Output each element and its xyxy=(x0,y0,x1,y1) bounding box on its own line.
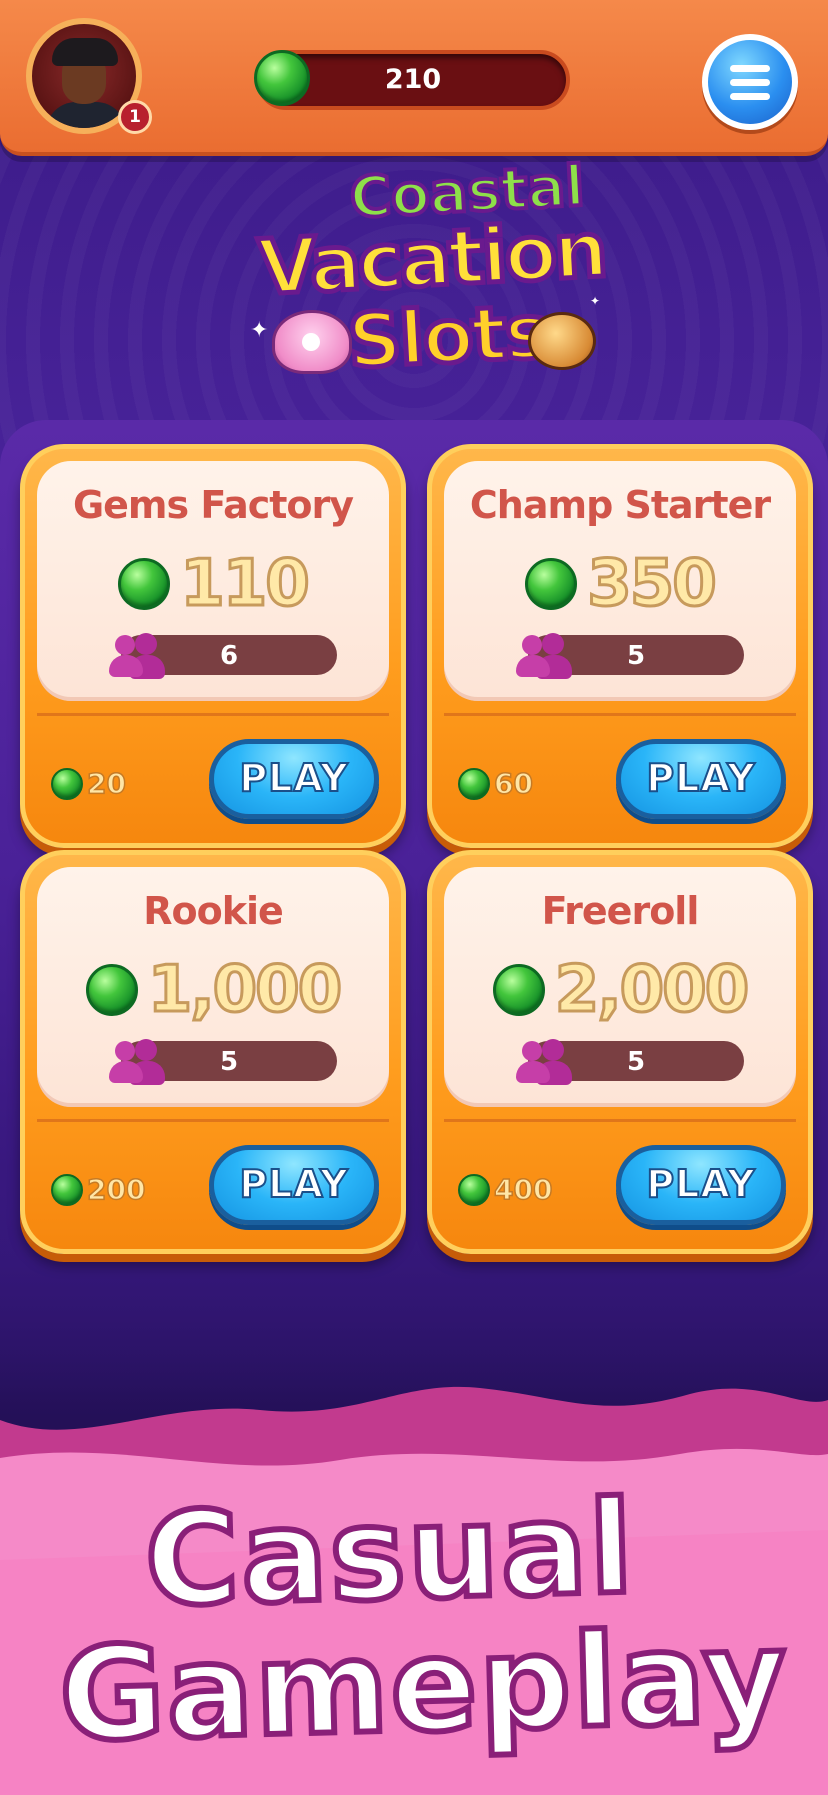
entry-fee-value: 60 xyxy=(493,766,533,801)
room-card-champ-starter[interactable]: Champ Starter 350 5 60 PLAY xyxy=(427,444,813,848)
players-icon xyxy=(109,1039,165,1085)
players-icon xyxy=(516,633,572,679)
entry-fee: 60 xyxy=(458,766,534,801)
promo-banner: Casual Gameplay xyxy=(0,1380,828,1795)
hamburger-icon xyxy=(730,65,770,72)
gem-icon xyxy=(85,964,138,1016)
game-logo: Coastal Vacation Slots ✦ ✦ xyxy=(230,152,610,390)
room-prize: 2,000 xyxy=(444,952,796,1029)
avatar-hat xyxy=(52,38,118,66)
card-divider xyxy=(37,1119,389,1122)
sparkle-icon: ✦ xyxy=(250,318,269,343)
gem-icon xyxy=(492,964,545,1016)
room-title: Rookie xyxy=(143,889,284,933)
gem-icon xyxy=(51,1173,83,1206)
room-prize: 110 xyxy=(37,546,389,623)
card-divider xyxy=(37,713,389,716)
gem-icon xyxy=(118,558,171,610)
gem-icon xyxy=(458,1173,490,1206)
gem-icon xyxy=(525,558,578,610)
entry-fee-value: 400 xyxy=(493,1172,553,1207)
room-card-freeroll[interactable]: Freeroll 2,000 5 400 PLAY xyxy=(427,850,813,1254)
room-title: Gems Factory xyxy=(72,483,354,527)
play-button[interactable]: PLAY xyxy=(209,1145,379,1225)
play-button[interactable]: PLAY xyxy=(616,1145,786,1225)
room-card-inner: Freeroll 2,000 5 xyxy=(444,867,796,1107)
entry-fee: 200 xyxy=(51,1172,146,1207)
room-prize-value: 2,000 xyxy=(553,952,750,1029)
room-title: Freeroll xyxy=(541,889,700,933)
room-title: Champ Starter xyxy=(469,483,771,527)
room-card-rookie[interactable]: Rookie 1,000 5 200 PLAY xyxy=(20,850,406,1254)
banner-title-line2: Gameplay xyxy=(55,1599,794,1773)
room-prize-value: 110 xyxy=(179,546,312,623)
room-prize-value: 1,000 xyxy=(146,952,343,1029)
entry-fee-value: 200 xyxy=(86,1172,146,1207)
players-icon xyxy=(516,1039,572,1085)
play-button[interactable]: PLAY xyxy=(209,739,379,819)
avatar-body xyxy=(46,102,126,128)
gem-balance[interactable]: 210 xyxy=(254,50,570,110)
gem-icon xyxy=(458,767,490,800)
room-prize: 1,000 xyxy=(37,952,389,1029)
card-divider xyxy=(444,1119,796,1122)
room-card-gems-factory[interactable]: Gems Factory 110 6 20 PLAY xyxy=(20,444,406,848)
entry-fee: 20 xyxy=(51,766,127,801)
top-bar: 1 210 xyxy=(0,0,828,156)
players-icon xyxy=(109,633,165,679)
menu-button[interactable] xyxy=(702,34,798,130)
room-prize-value: 350 xyxy=(586,546,719,623)
room-card-inner: Gems Factory 110 6 xyxy=(37,461,389,701)
entry-fee-value: 20 xyxy=(86,766,126,801)
gem-icon xyxy=(51,767,83,800)
hamburger-icon-line xyxy=(730,79,770,86)
level-badge: 1 xyxy=(118,100,152,134)
logo-line-slots: Slots xyxy=(343,286,551,387)
pearl-shell-icon xyxy=(272,310,352,374)
play-button[interactable]: PLAY xyxy=(616,739,786,819)
room-prize: 350 xyxy=(444,546,796,623)
room-card-inner: Champ Starter 350 5 xyxy=(444,461,796,701)
sparkle-icon: ✦ xyxy=(590,294,601,308)
clam-icon xyxy=(528,312,596,370)
hamburger-icon-line xyxy=(730,93,770,100)
card-divider xyxy=(444,713,796,716)
gem-balance-value: 210 xyxy=(384,64,442,95)
room-card-inner: Rookie 1,000 5 xyxy=(37,867,389,1107)
entry-fee: 400 xyxy=(458,1172,553,1207)
